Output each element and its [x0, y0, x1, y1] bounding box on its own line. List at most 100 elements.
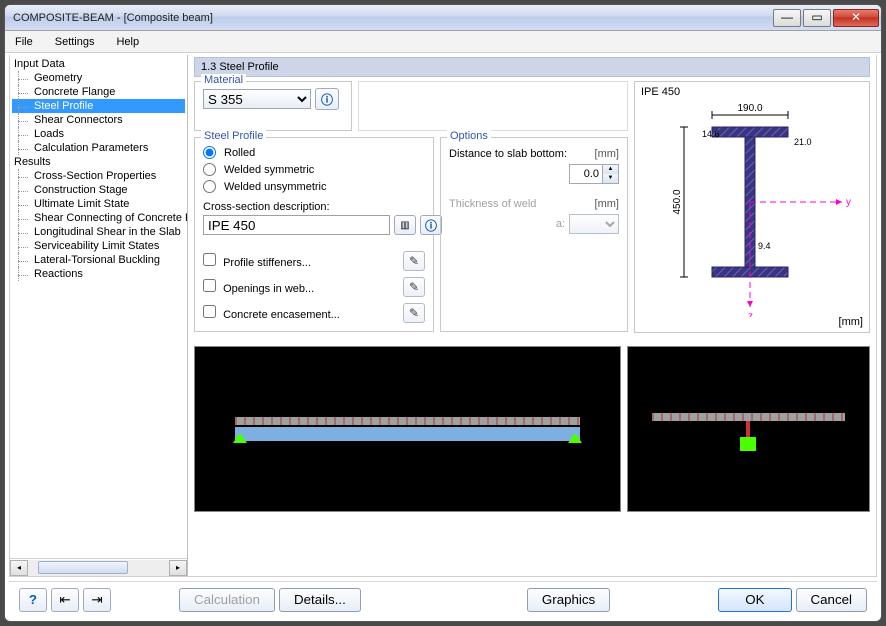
window-title: COMPOSITE-BEAM - [Composite beam] [13, 12, 213, 24]
dim-height: 450.0 [672, 189, 683, 214]
cancel-button[interactable]: Cancel [796, 588, 868, 612]
viewport-longitudinal[interactable] [194, 346, 621, 512]
menu-help[interactable]: Help [112, 34, 143, 50]
radio-rolled[interactable]: Rolled [203, 144, 425, 161]
footer: ? ⇤ ⇥ Calculation Details... Graphics OK… [9, 581, 877, 617]
material-select[interactable]: S 355 [203, 89, 311, 109]
next-button[interactable]: ⇥ [83, 588, 111, 612]
check-encasement-input[interactable] [203, 305, 216, 318]
menu-settings[interactable]: Settings [51, 34, 99, 50]
spin-up-icon[interactable]: ▲ [602, 165, 618, 174]
radio-welded-unsymmetric[interactable]: Welded unsymmetric [203, 178, 425, 195]
steel-profile-group: Steel Profile Rolled Welded symmetric [194, 137, 434, 332]
check-stiffeners-input[interactable] [203, 253, 216, 266]
library-icon: ▥ [400, 220, 409, 231]
edit-icon: ✎ [409, 280, 419, 294]
tree-item-geometry[interactable]: Geometry [12, 71, 185, 85]
calculation-button[interactable]: Calculation [179, 588, 275, 612]
prev-icon: ⇤ [59, 592, 70, 608]
mini-support-icon [740, 437, 756, 451]
minimize-button[interactable]: — [773, 9, 801, 27]
scroll-thumb[interactable] [38, 561, 128, 574]
page-title: 1.3 Steel Profile [194, 57, 870, 77]
tree-item-concrete-flange[interactable]: Concrete Flange [12, 85, 185, 99]
tree-item-shear-connectors[interactable]: Shear Connectors [12, 113, 185, 127]
profile-graphic: IPE 450 [mm] [634, 81, 870, 333]
radio-welded-unsym-input[interactable] [203, 180, 216, 193]
tree-item-serviceability-limit-states[interactable]: Serviceability Limit States [12, 239, 185, 253]
material-group: Material S 355 ⓘ [194, 81, 352, 131]
profile-unit: [mm] [839, 316, 863, 328]
tree-item-loads[interactable]: Loads [12, 127, 185, 141]
dim-tw: 9.4 [758, 241, 771, 251]
tree-results[interactable]: Results [12, 155, 185, 169]
details-button[interactable]: Details... [279, 588, 361, 612]
radio-welded-symmetric[interactable]: Welded symmetric [203, 161, 425, 178]
distance-unit: [mm] [589, 148, 619, 160]
spin-down-icon[interactable]: ▼ [602, 174, 618, 183]
material-info-button[interactable]: ⓘ [315, 88, 339, 110]
beam-slab [235, 417, 580, 425]
distance-spinner[interactable]: ▲ ▼ [569, 164, 619, 184]
axis-y: y [846, 197, 851, 208]
check-openings[interactable]: Openings in web... [203, 279, 314, 295]
scroll-left-icon[interactable]: ◂ [10, 560, 28, 576]
options-group: Options Distance to slab bottom: [mm] ▲ [440, 137, 628, 332]
tree-item-lateral-torsional-buckling[interactable]: Lateral-Torsional Buckling [12, 253, 185, 267]
material-side-panel [358, 81, 628, 131]
tree-item-calculation-parameters[interactable]: Calculation Parameters [12, 141, 185, 155]
menubar: File Settings Help [5, 31, 881, 53]
thickness-unit: [mm] [589, 198, 619, 210]
info-icon: ⓘ [425, 217, 437, 234]
info-icon: ⓘ [321, 91, 333, 108]
encasement-edit-button[interactable]: ✎ [403, 303, 425, 323]
close-button[interactable]: ✕ [833, 9, 879, 27]
distance-input[interactable] [570, 165, 602, 183]
tree-item-construction-stage[interactable]: Construction Stage [12, 183, 185, 197]
main-panel: 1.3 Steel Profile Material S 355 ⓘ [188, 55, 876, 576]
mini-slab [652, 413, 845, 421]
ibeam-svg: 190.0 450.0 14.6 21.0 9.4 [652, 97, 852, 317]
sidebar: Input Data GeometryConcrete FlangeSteel … [10, 55, 188, 576]
tree-item-shear-connecting-of-concrete-flange[interactable]: Shear Connecting of Concrete Flange [12, 211, 185, 225]
check-openings-input[interactable] [203, 279, 216, 292]
beam-body [235, 427, 580, 441]
tree-input-data[interactable]: Input Data [12, 57, 185, 71]
help-icon: ? [29, 592, 37, 607]
tree-item-cross-section-properties[interactable]: Cross-Section Properties [12, 169, 185, 183]
maximize-button[interactable]: ▭ [803, 9, 831, 27]
tree-item-reactions[interactable]: Reactions [12, 267, 185, 281]
app-window: COMPOSITE-BEAM - [Composite beam] — ▭ ✕ … [4, 4, 882, 622]
check-stiffeners[interactable]: Profile stiffeners... [203, 253, 311, 269]
tree-item-ultimate-limit-state[interactable]: Ultimate Limit State [12, 197, 185, 211]
thickness-a-label: a: [556, 218, 565, 230]
sidebar-scrollbar[interactable]: ◂ ▸ [10, 558, 187, 576]
options-legend: Options [447, 130, 491, 142]
help-button[interactable]: ? [19, 588, 47, 612]
radio-welded-sym-input[interactable] [203, 163, 216, 176]
radio-rolled-input[interactable] [203, 146, 216, 159]
cross-section-library-button[interactable]: ▥ [394, 215, 416, 235]
scroll-track[interactable] [28, 560, 169, 576]
steel-profile-legend: Steel Profile [201, 130, 266, 142]
viewport-cross-section[interactable] [627, 346, 870, 512]
support-right-icon [568, 433, 582, 443]
tree-item-steel-profile[interactable]: Steel Profile [12, 99, 185, 113]
scroll-right-icon[interactable]: ▸ [169, 560, 187, 576]
menu-file[interactable]: File [11, 34, 37, 50]
cross-section-info-button[interactable]: ⓘ [420, 215, 442, 235]
stiffeners-edit-button[interactable]: ✎ [403, 251, 425, 271]
material-legend: Material [201, 74, 246, 86]
next-icon: ⇥ [91, 592, 102, 608]
cross-section-input[interactable] [203, 215, 390, 235]
dim-width: 190.0 [737, 103, 762, 114]
prev-button[interactable]: ⇤ [51, 588, 79, 612]
body: Input Data GeometryConcrete FlangeSteel … [9, 55, 877, 577]
thickness-label: Thickness of weld [449, 198, 589, 210]
distance-label: Distance to slab bottom: [449, 148, 589, 160]
tree-item-longitudinal-shear-in-the-slab[interactable]: Longitudinal Shear in the Slab [12, 225, 185, 239]
graphics-button[interactable]: Graphics [527, 588, 610, 612]
ok-button[interactable]: OK [718, 588, 791, 612]
openings-edit-button[interactable]: ✎ [403, 277, 425, 297]
check-encasement[interactable]: Concrete encasement... [203, 305, 340, 321]
